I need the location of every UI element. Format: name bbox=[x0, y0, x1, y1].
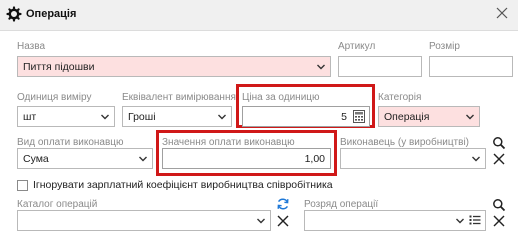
executor-label: Виконавець (у виробництві) bbox=[340, 137, 470, 148]
chevron-down-icon[interactable] bbox=[471, 154, 481, 164]
search-icon[interactable] bbox=[492, 198, 506, 212]
grade-select[interactable] bbox=[304, 210, 486, 231]
grade-label: Розряд операції bbox=[304, 199, 379, 210]
chevron-down-icon[interactable] bbox=[465, 112, 475, 122]
ignore-coefficient-checkbox[interactable] bbox=[17, 180, 28, 191]
category-select[interactable]: Операція bbox=[378, 106, 480, 127]
chevron-down-icon[interactable] bbox=[316, 62, 326, 72]
gear-icon bbox=[6, 6, 22, 22]
catalog-label: Каталог операцій bbox=[17, 199, 98, 210]
category-value: Операція bbox=[384, 111, 430, 123]
unit-price-input[interactable]: 5 bbox=[242, 106, 370, 127]
executor-select[interactable] bbox=[340, 148, 486, 169]
payment-type-select[interactable]: Сума bbox=[17, 148, 153, 169]
chevron-down-icon[interactable] bbox=[100, 112, 110, 122]
clear-icon[interactable] bbox=[492, 152, 506, 166]
unit-price-label: Ціна за одиницю bbox=[242, 92, 320, 103]
clear-icon[interactable] bbox=[492, 214, 506, 228]
payment-value-input[interactable]: 1,00 bbox=[162, 148, 331, 169]
catalog-select[interactable] bbox=[17, 210, 271, 231]
chevron-down-icon[interactable] bbox=[217, 112, 227, 122]
clear-icon[interactable] bbox=[276, 214, 290, 228]
unit-price-value: 5 bbox=[341, 111, 347, 123]
refresh-icon[interactable] bbox=[276, 197, 290, 211]
name-label: Назва bbox=[17, 41, 46, 52]
equivalent-label: Еквівалент вимірювання bbox=[122, 92, 236, 103]
ignore-coefficient-label: Ігнорувати зарплатний коефіцієнт виробни… bbox=[33, 179, 333, 191]
article-label: Артикул bbox=[338, 41, 376, 52]
payment-value-label: Значення оплати виконавцю bbox=[162, 137, 295, 148]
title-bar: Операція bbox=[0, 0, 518, 31]
equivalent-select[interactable]: Гроші bbox=[122, 106, 232, 127]
payment-type-value: Сума bbox=[23, 153, 49, 165]
chevron-down-icon[interactable] bbox=[455, 216, 465, 226]
article-input[interactable] bbox=[338, 56, 422, 77]
close-icon[interactable] bbox=[495, 6, 509, 20]
chevron-down-icon[interactable] bbox=[256, 216, 266, 226]
calculator-icon[interactable] bbox=[353, 110, 365, 123]
unit-label: Одиниця виміру bbox=[17, 92, 92, 103]
list-icon[interactable] bbox=[469, 214, 481, 226]
unit-value: шт bbox=[23, 111, 37, 123]
window-title: Операція bbox=[26, 8, 77, 20]
category-label: Категорія bbox=[378, 92, 422, 103]
size-input[interactable] bbox=[429, 56, 513, 77]
payment-type-label: Вид оплати виконавцю bbox=[17, 137, 124, 148]
payment-value-value: 1,00 bbox=[304, 153, 325, 165]
equivalent-value: Гроші bbox=[128, 111, 156, 123]
search-icon[interactable] bbox=[492, 136, 506, 150]
name-value: Пиття підошви bbox=[23, 61, 95, 73]
unit-select[interactable]: шт bbox=[17, 106, 115, 127]
name-select[interactable]: Пиття підошви bbox=[17, 56, 331, 77]
size-label: Розмір bbox=[429, 41, 460, 52]
chevron-down-icon[interactable] bbox=[138, 154, 148, 164]
